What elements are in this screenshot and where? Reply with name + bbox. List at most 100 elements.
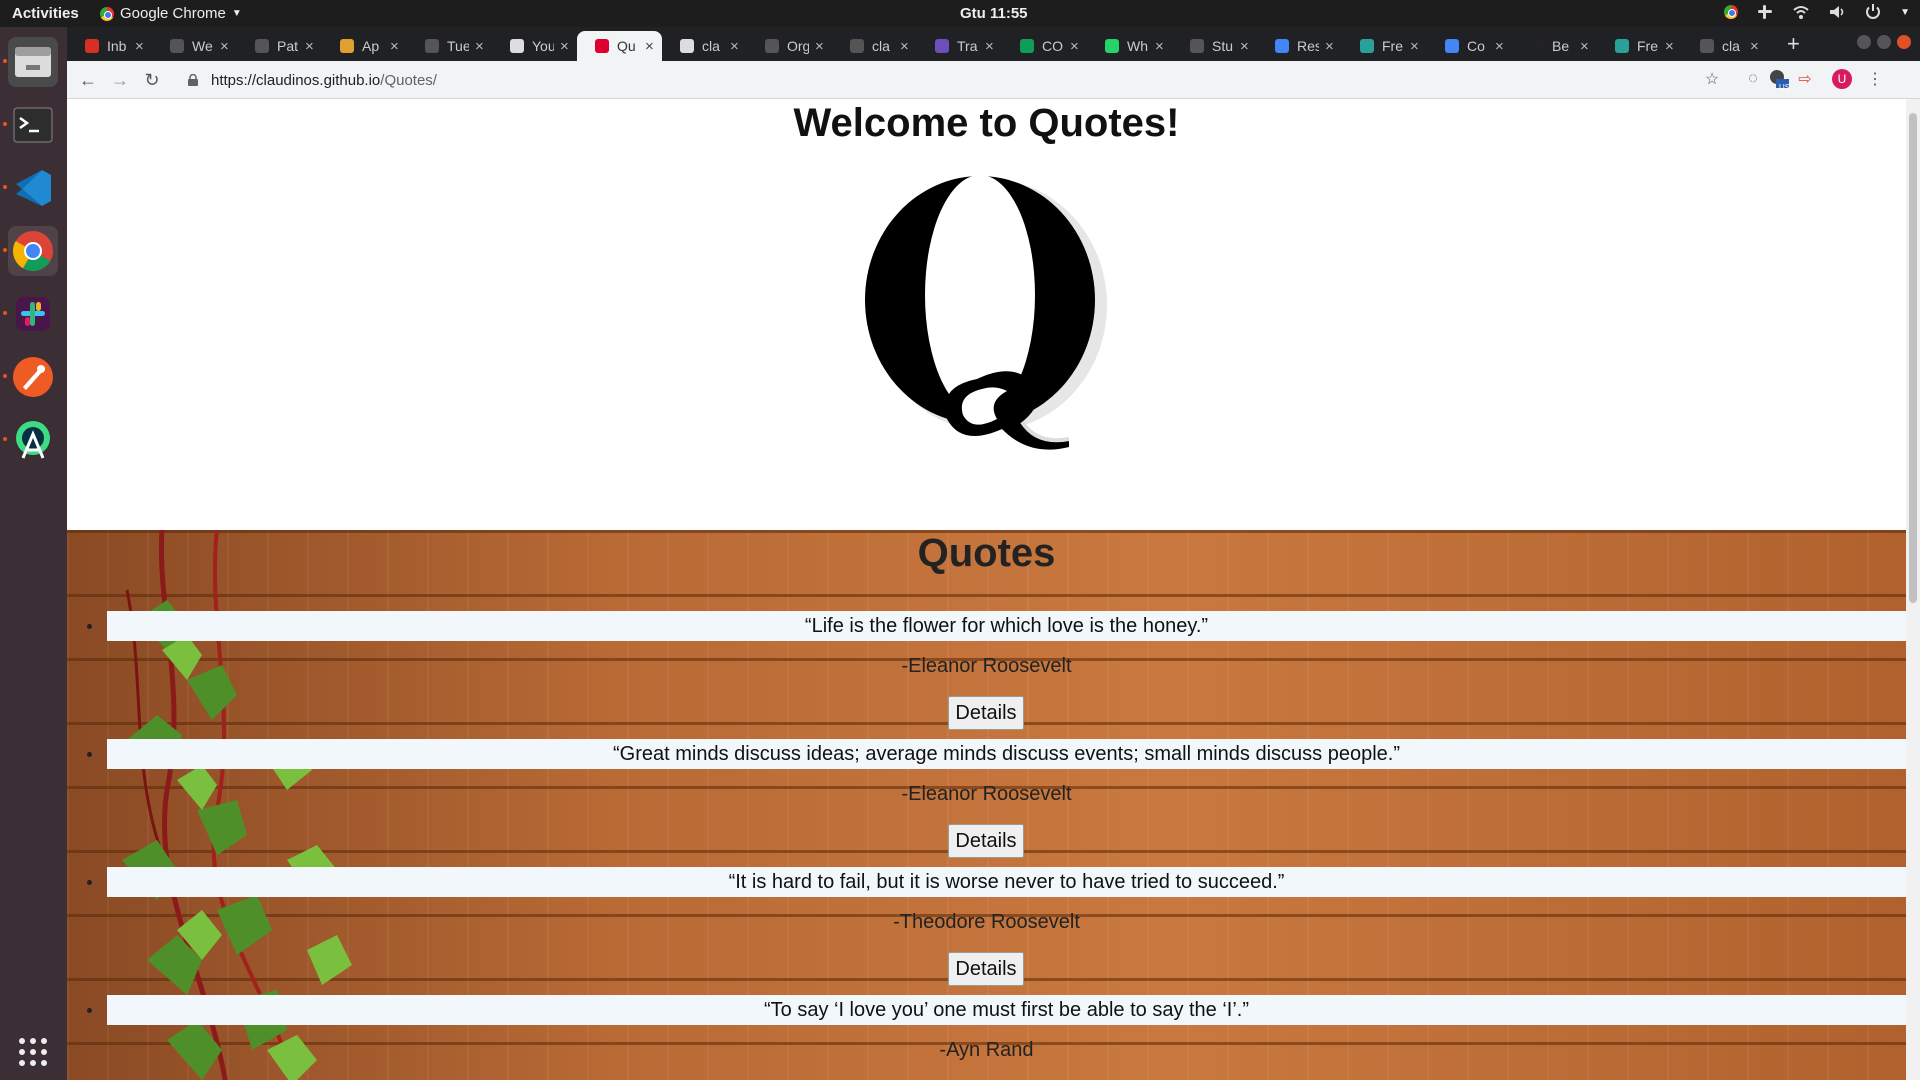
browser-tab[interactable]: Pat ×	[237, 31, 322, 61]
vscode-icon[interactable]	[3, 163, 58, 213]
tab-close-icon[interactable]: ×	[815, 38, 824, 55]
android-studio-icon[interactable]	[3, 415, 58, 465]
browser-tab[interactable]: Tra ×	[917, 31, 1002, 61]
tab-close-icon[interactable]: ×	[1750, 38, 1759, 55]
browser-tab[interactable]: Fre ×	[1342, 31, 1427, 61]
cast-extension-icon[interactable]: ⇨	[1795, 69, 1815, 89]
browser-tab[interactable]: We ×	[152, 31, 237, 61]
browser-tab[interactable]: Org ×	[747, 31, 832, 61]
minimize-button[interactable]	[1857, 35, 1871, 49]
chrome-icon[interactable]	[3, 226, 58, 276]
bookmark-star-icon[interactable]: ☆	[1702, 69, 1722, 89]
slack-tray-icon[interactable]	[1756, 3, 1774, 21]
tab-favicon-icon	[1275, 39, 1289, 53]
reload-icon[interactable]: ↻	[141, 69, 163, 91]
scrollbar-thumb[interactable]	[1909, 113, 1917, 603]
slack-icon[interactable]	[3, 289, 58, 339]
tab-close-icon[interactable]: ×	[1580, 38, 1589, 55]
browser-tab[interactable]: Co ×	[1427, 31, 1512, 61]
tab-close-icon[interactable]: ×	[1155, 38, 1164, 55]
terminal-icon[interactable]	[3, 100, 58, 150]
tab-title: Inb	[107, 38, 127, 54]
tab-title: CO	[1042, 38, 1063, 54]
tab-favicon-icon	[85, 39, 99, 53]
tab-favicon-icon	[595, 39, 609, 53]
browser-tab[interactable]: You ×	[492, 31, 577, 61]
postman-icon[interactable]	[3, 352, 58, 402]
browser-tab[interactable]: CO ×	[1002, 31, 1087, 61]
quote-author: -Theodore Roosevelt	[893, 911, 1080, 933]
menu-kebab-icon[interactable]: ⋮	[1865, 69, 1885, 89]
app-menu[interactable]: Google Chrome ▼	[100, 5, 242, 22]
tab-close-icon[interactable]: ×	[390, 38, 399, 55]
back-icon[interactable]: ←	[77, 69, 99, 91]
clock[interactable]: Gtu 11:55	[960, 5, 1028, 22]
tab-title: Tra	[957, 38, 978, 54]
tab-close-icon[interactable]: ×	[645, 38, 654, 55]
browser-tab[interactable]: cla ×	[1682, 31, 1767, 61]
system-tray[interactable]: ▼	[1724, 3, 1910, 21]
browser-tab[interactable]: Stu ×	[1172, 31, 1257, 61]
lock-icon	[188, 74, 198, 86]
tab-close-icon[interactable]: ×	[985, 38, 994, 55]
tab-close-icon[interactable]: ×	[135, 38, 144, 55]
tab-favicon-icon	[1700, 39, 1714, 53]
activities-button[interactable]: Activities	[12, 5, 79, 22]
files-icon[interactable]	[3, 37, 58, 87]
list-bullet	[87, 624, 92, 629]
browser-tab[interactable]: Wh ×	[1087, 31, 1172, 61]
browser-tab[interactable]: Res ×	[1257, 31, 1342, 61]
tab-favicon-icon	[340, 39, 354, 53]
tab-title: cla	[872, 38, 890, 54]
volume-icon[interactable]	[1828, 3, 1846, 21]
chevron-down-icon[interactable]: ▼	[1900, 7, 1910, 18]
extension-icon[interactable]: ◌	[1743, 69, 1763, 89]
tab-title: Be	[1552, 38, 1570, 54]
tab-title: You	[532, 38, 554, 54]
browser-tab[interactable]: Be ×	[1512, 31, 1597, 61]
new-tab-button[interactable]: +	[1787, 31, 1800, 57]
maximize-button[interactable]	[1877, 35, 1891, 49]
tab-close-icon[interactable]: ×	[560, 38, 569, 55]
quote-text: “To say ‘I love you’ one must first be a…	[107, 995, 1906, 1025]
close-window-button[interactable]	[1897, 35, 1911, 49]
tab-close-icon[interactable]: ×	[1410, 38, 1419, 55]
tab-strip: Inb × We × Pat × Ap × Tue × You × Qu × cla × Org × cla × Tra…	[67, 27, 1920, 61]
browser-toolbar: ← → ↻ https://claudinos.github.io/Quotes…	[67, 61, 1920, 99]
page-scrollbar[interactable]	[1906, 99, 1920, 1080]
chrome-tray-icon[interactable]	[1724, 5, 1739, 19]
tab-title: We	[192, 38, 213, 54]
browser-tab[interactable]: cla ×	[662, 31, 747, 61]
wifi-icon[interactable]	[1792, 3, 1810, 21]
profile-avatar[interactable]: U	[1832, 69, 1852, 89]
browser-tab[interactable]: Qu ×	[577, 31, 662, 61]
tab-close-icon[interactable]: ×	[305, 38, 314, 55]
tab-close-icon[interactable]: ×	[220, 38, 229, 55]
browser-tab[interactable]: cla ×	[832, 31, 917, 61]
browser-tab[interactable]: Fre ×	[1597, 31, 1682, 61]
details-button[interactable]: Details	[948, 696, 1024, 730]
address-bar[interactable]: https://claudinos.github.io/Quotes/	[187, 66, 1767, 94]
details-button[interactable]: Details	[948, 824, 1024, 858]
tab-close-icon[interactable]: ×	[1070, 38, 1079, 55]
tab-close-icon[interactable]: ×	[1240, 38, 1249, 55]
tab-close-icon[interactable]: ×	[900, 38, 909, 55]
forward-icon[interactable]: →	[109, 69, 131, 91]
tab-favicon-icon	[680, 39, 694, 53]
browser-tab[interactable]: Inb ×	[67, 31, 152, 61]
power-icon[interactable]	[1864, 3, 1882, 21]
details-button[interactable]: Details	[948, 952, 1024, 986]
browser-tab[interactable]: Tue ×	[407, 31, 492, 61]
tab-favicon-icon	[1190, 39, 1204, 53]
browser-tab[interactable]: Ap ×	[322, 31, 407, 61]
tab-close-icon[interactable]: ×	[730, 38, 739, 55]
tab-close-icon[interactable]: ×	[1495, 38, 1504, 55]
list-bullet	[87, 1008, 92, 1013]
tab-close-icon[interactable]: ×	[1665, 38, 1674, 55]
tab-close-icon[interactable]: ×	[1325, 38, 1334, 55]
tab-favicon-icon	[1530, 39, 1544, 53]
tab-favicon-icon	[935, 39, 949, 53]
quote-text: “Great minds discuss ideas; average mind…	[107, 739, 1906, 769]
show-apps-icon[interactable]	[8, 1027, 58, 1077]
tab-close-icon[interactable]: ×	[475, 38, 484, 55]
